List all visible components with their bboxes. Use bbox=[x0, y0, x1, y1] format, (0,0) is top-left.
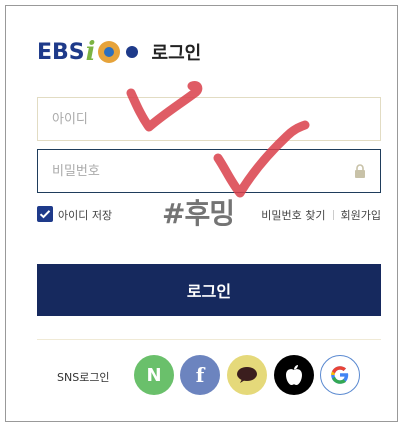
login-button[interactable]: 로그인 bbox=[37, 264, 381, 316]
google-icon bbox=[331, 366, 349, 384]
logo-ebs-text: EBS bbox=[37, 39, 85, 65]
link-divider bbox=[332, 210, 334, 220]
lock-icon bbox=[355, 164, 365, 178]
id-field[interactable] bbox=[37, 97, 381, 141]
kakao-login-button[interactable] bbox=[227, 355, 267, 395]
logo-i-text: i bbox=[85, 37, 96, 67]
watermark-text: #후밍 bbox=[162, 197, 235, 230]
kakao-icon bbox=[237, 367, 257, 383]
signup-link[interactable]: 회원가입 bbox=[341, 207, 381, 223]
page-title: 로그인 bbox=[151, 43, 202, 64]
logo-circle-icon bbox=[97, 41, 120, 63]
sns-login-label: SNS로그인 bbox=[57, 371, 110, 384]
apple-login-button[interactable] bbox=[274, 355, 314, 395]
password-input[interactable] bbox=[38, 150, 352, 192]
facebook-icon: f bbox=[195, 363, 205, 387]
naver-login-button[interactable]: N bbox=[134, 355, 174, 395]
logo-dot-icon bbox=[125, 46, 138, 58]
apple-icon bbox=[286, 365, 302, 385]
find-password-link[interactable]: 비밀번호 찾기 bbox=[261, 207, 325, 223]
remember-id-checkbox[interactable] bbox=[37, 206, 53, 222]
google-login-button[interactable] bbox=[320, 355, 360, 395]
facebook-login-button[interactable]: f bbox=[180, 355, 220, 395]
id-input[interactable] bbox=[38, 98, 352, 140]
ebs-logo: EBS i 로그인 bbox=[37, 37, 201, 67]
naver-icon: N bbox=[146, 364, 162, 386]
account-links: 비밀번호 찾기 회원가입 bbox=[261, 207, 381, 223]
checkmark-icon bbox=[39, 210, 51, 219]
remember-id-label[interactable]: 아이디 저장 bbox=[58, 207, 112, 223]
section-divider bbox=[37, 339, 381, 340]
password-field[interactable] bbox=[37, 149, 381, 193]
